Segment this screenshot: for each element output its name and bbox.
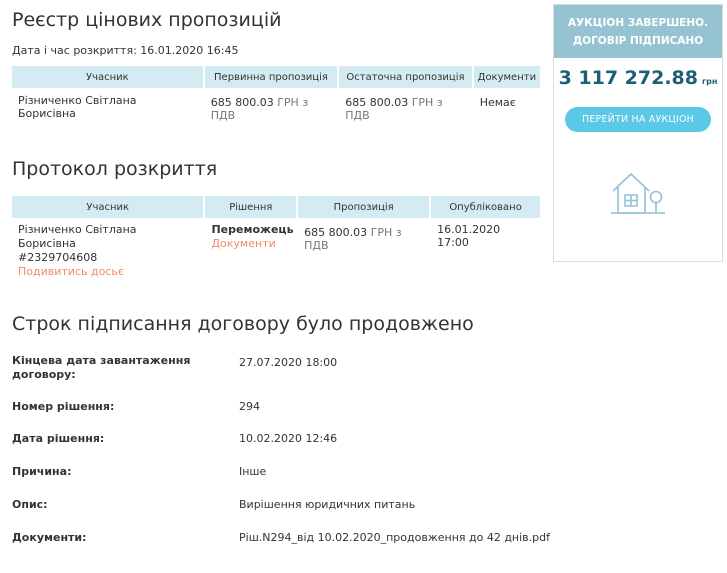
detail-value: 27.07.2020 18:00 [239, 356, 338, 369]
extension-title: Строк підписання договору було продовжен… [12, 313, 474, 335]
table-row: Різниченко Світлана Борисівна #232970460… [12, 218, 540, 279]
participant-name: Різниченко Світлана Борисівна [18, 94, 137, 120]
auction-sidebar: АУКЦІОН ЗАВЕРШЕНО. ДОГОВІР ПІДПИСАНО 3 1… [553, 4, 723, 262]
final-offer: 685 800.03 ГРН з ПДВ [345, 96, 443, 122]
document-link[interactable]: Ріш.N294_від 10.02.2020_продовження до 4… [239, 531, 550, 544]
initial-offer: 685 800.03 ГРН з ПДВ [210, 96, 309, 122]
detail-label: Номер рішення: [12, 400, 115, 413]
detail-label: Кінцева дата завантаження договору: [12, 354, 191, 381]
house-icon [609, 167, 669, 220]
published-date: 16.01.2020 17:00 [437, 223, 501, 249]
registry-header-row: Учасник Первинна пропозиція Остаточна пр… [12, 66, 540, 88]
col-initial-offer: Первинна пропозиція [204, 66, 338, 88]
go-to-auction-button[interactable]: ПЕРЕЙТИ НА АУКЦІОН [565, 107, 711, 132]
col-final-offer: Остаточна пропозиція [339, 66, 472, 88]
opened-datetime: Дата і час розкриття: 16.01.2020 16:45 [12, 44, 239, 57]
protocol-participant: Різниченко Світлана Борисівна #232970460… [12, 218, 203, 279]
col-decision: Рішення [205, 196, 297, 218]
opened-value: 16.01.2020 16:45 [140, 44, 239, 57]
dossier-link[interactable]: Подивитись досьє [18, 265, 197, 279]
detail-value: Інше [239, 465, 267, 478]
table-row: Різниченко Світлана Борисівна 685 800.03… [12, 88, 540, 122]
detail-value: 10.02.2020 12:46 [239, 432, 338, 445]
registry-table: Учасник Первинна пропозиція Остаточна пр… [10, 66, 542, 122]
protocol-offer: 685 800.03 ГРН з ПДВ [304, 226, 402, 252]
protocol-decision: Переможець Документи [205, 218, 296, 279]
col-participant: Учасник [12, 66, 203, 88]
registry-title: Реєстр цінових пропозицій [12, 9, 282, 31]
decision-documents-link[interactable]: Документи [211, 237, 290, 251]
protocol-table: Учасник Рішення Пропозиція Опубліковано … [10, 196, 542, 279]
currency-label: грн [702, 77, 718, 86]
detail-value: 294 [239, 400, 260, 413]
decision-winner: Переможець [211, 223, 294, 236]
auction-status: АУКЦІОН ЗАВЕРШЕНО. ДОГОВІР ПІДПИСАНО [554, 5, 722, 58]
detail-label: Документи: [12, 531, 87, 544]
detail-label: Дата рішення: [12, 432, 105, 445]
participant-name: Різниченко Світлана Борисівна [18, 223, 137, 250]
auction-amount: 3 117 272.88 грн [558, 67, 718, 89]
col-documents: Документи [473, 66, 540, 88]
col-published: Опубліковано [431, 196, 540, 218]
detail-value: Вирішення юридичних питань [239, 498, 416, 511]
protocol-title: Протокол розкриття [12, 158, 218, 180]
detail-label: Опис: [12, 498, 48, 511]
col-offer: Пропозиція [298, 196, 430, 218]
participant-id: #2329704608 [18, 251, 98, 264]
documents-value: Немає [479, 96, 516, 109]
detail-label: Причина: [12, 465, 72, 478]
protocol-header-row: Учасник Рішення Пропозиція Опубліковано [12, 196, 540, 218]
col-participant: Учасник [12, 196, 204, 218]
